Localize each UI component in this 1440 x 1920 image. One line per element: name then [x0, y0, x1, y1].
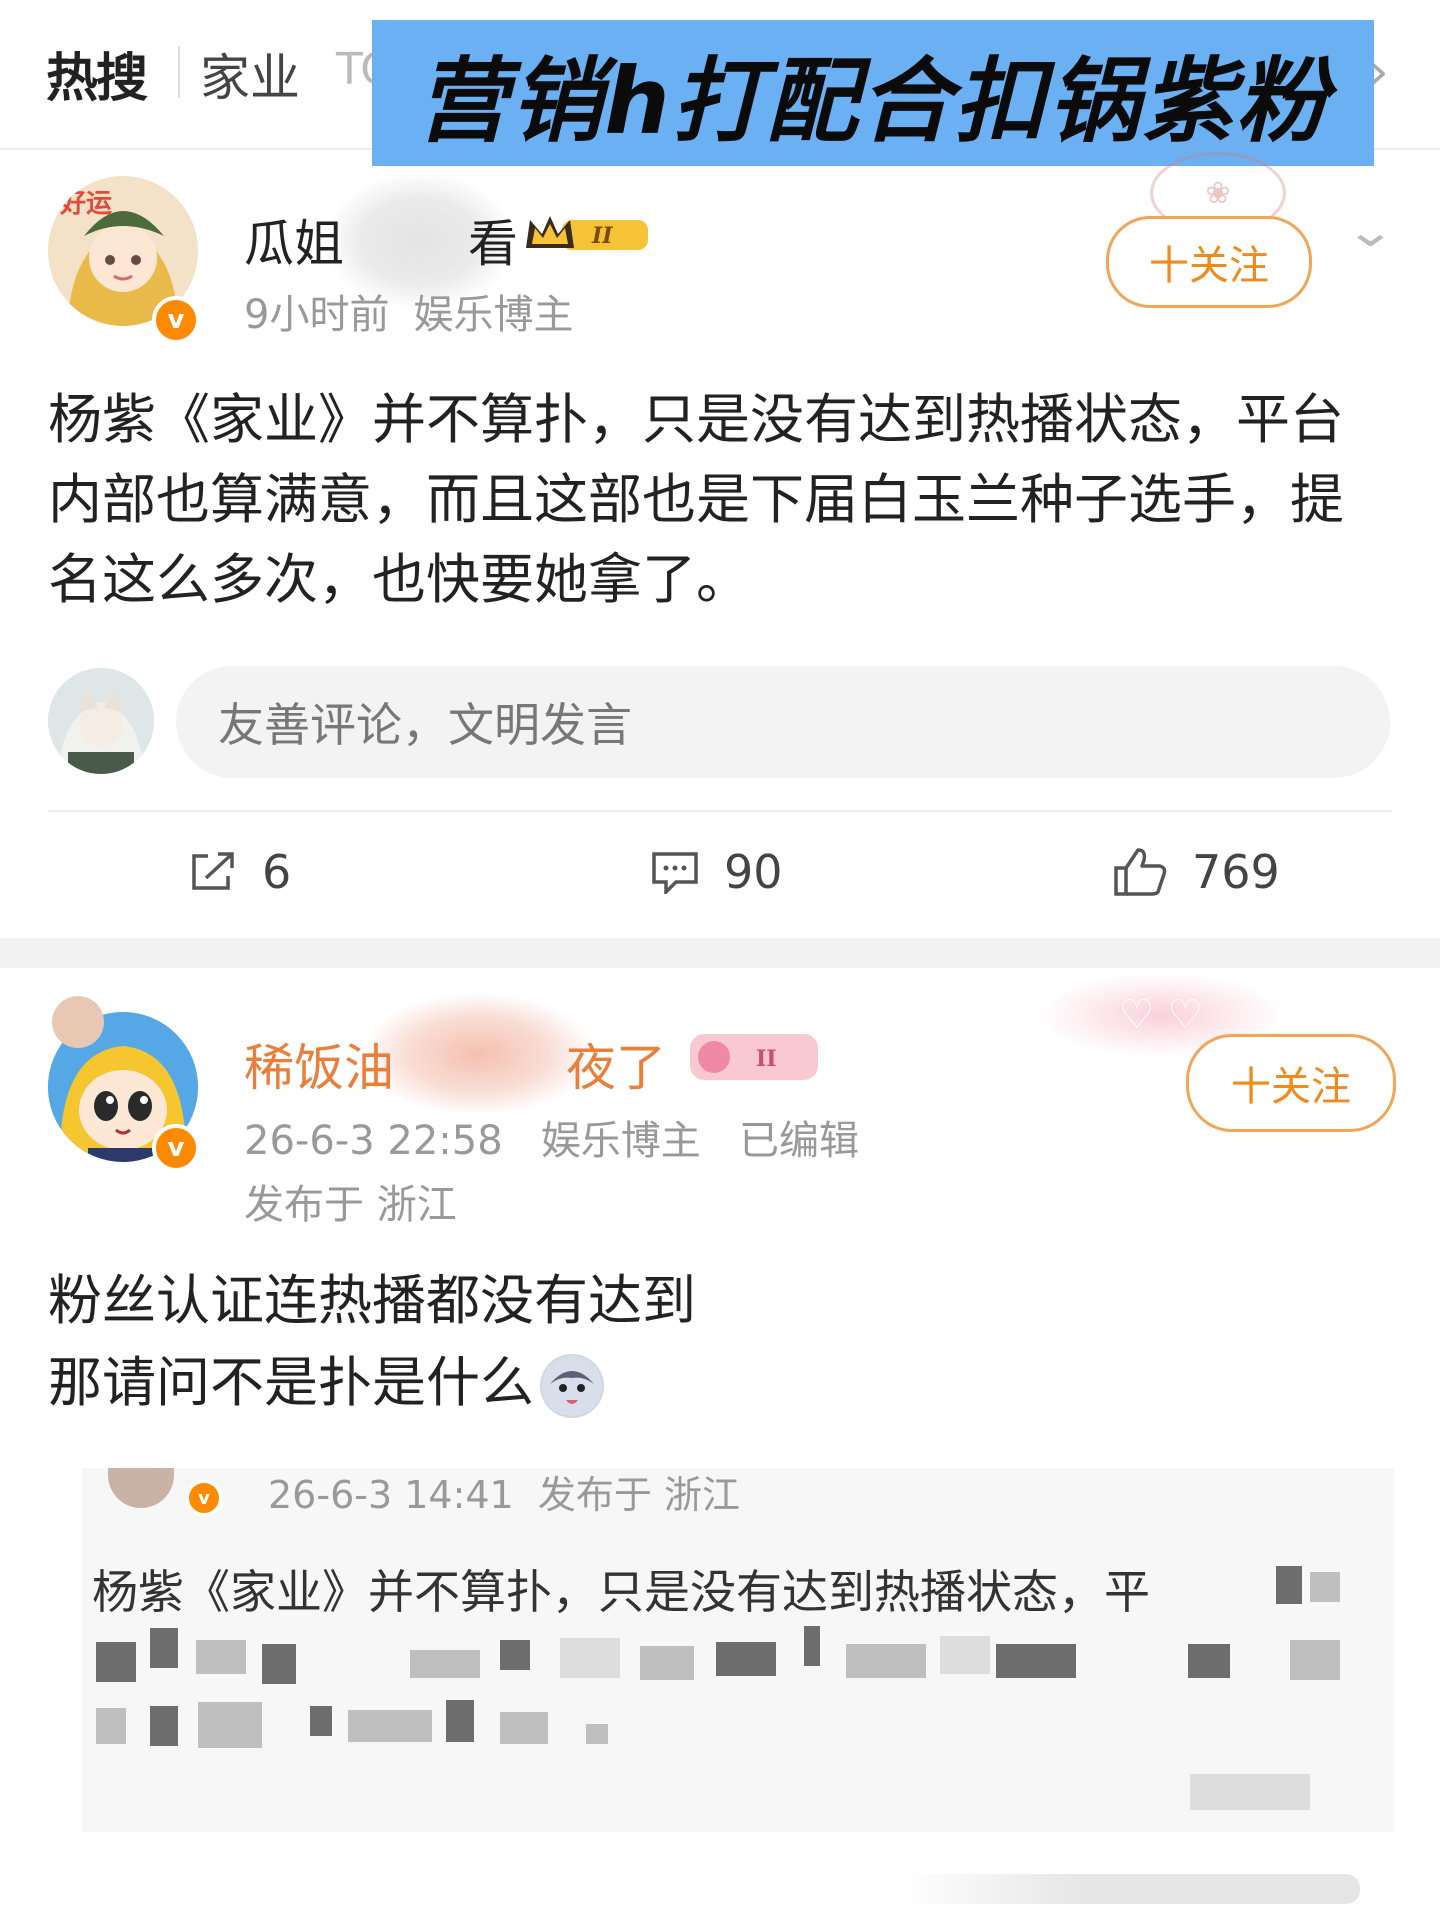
author-name-tail[interactable]: 看: [468, 204, 518, 276]
author-name[interactable]: 稀饭油: [244, 1028, 394, 1100]
author-role: 娱乐博主: [540, 1118, 701, 1164]
verified-icon: v: [152, 1124, 200, 1172]
post-meta: 26-6-3 22:58 娱乐博主 已编辑: [244, 1108, 859, 1166]
like-icon: [1112, 846, 1168, 898]
like-button[interactable]: 769: [1112, 840, 1280, 904]
share-icon: [188, 850, 238, 894]
svg-text:好运: 好运: [59, 189, 112, 219]
author-name[interactable]: 瓜姐: [244, 204, 344, 276]
comment-button[interactable]: 90: [650, 840, 783, 904]
post-body-line-2: 那请问不是扑是什么: [48, 1342, 1388, 1424]
pixelated-text: [348, 1710, 432, 1742]
pixelated-text: [586, 1724, 608, 1744]
svg-text:II: II: [756, 1046, 777, 1072]
share-button[interactable]: 6: [188, 840, 291, 904]
pixelated-text: [1290, 1640, 1340, 1680]
commenter-avatar: [48, 668, 154, 774]
post-body: 杨紫《家业》并不算扑，只是没有达到热播状态，平台内部也算满意，而且这部也是下届白…: [48, 388, 1344, 611]
pixelated-text: [560, 1638, 620, 1678]
quoted-time: 26-6-3 14:41: [268, 1473, 514, 1517]
post-separator: [0, 938, 1440, 968]
tab-jiaye[interactable]: 家业: [200, 38, 300, 110]
blurred-name-region: [368, 996, 588, 1112]
caption-banner: 营销h打配合扣锅紫粉: [372, 20, 1374, 166]
bottom-fade: [900, 1874, 1360, 1904]
post-time: 9小时前: [244, 292, 390, 338]
pixelated-text: [1190, 1774, 1310, 1810]
pixelated-text: [940, 1636, 990, 1674]
comment-count: 90: [724, 845, 783, 899]
pixelated-text: [1310, 1572, 1340, 1602]
post-time: 26-6-3 22:58: [244, 1118, 503, 1164]
crown-icon: II: [522, 212, 654, 256]
pixelated-text: [262, 1644, 296, 1684]
pixelated-text: [96, 1708, 126, 1744]
pixelated-text: [804, 1626, 820, 1666]
pixelated-text: [198, 1702, 262, 1748]
svg-text:II: II: [591, 223, 613, 249]
pixelated-text: [1188, 1644, 1230, 1678]
author-name-tail[interactable]: 夜了: [566, 1028, 666, 1100]
pixelated-text: [500, 1640, 530, 1670]
hot-search-logo[interactable]: 热搜: [46, 36, 148, 111]
post-body-line-1: 粉丝认证连热播都没有达到: [48, 1269, 696, 1332]
pixelated-text: [1276, 1566, 1302, 1604]
divider: [48, 810, 1392, 812]
follow-button[interactable]: 十关注: [1186, 1034, 1396, 1132]
pixelated-text: [310, 1706, 332, 1736]
like-count: 769: [1192, 845, 1280, 899]
quoted-meta: 26-6-3 14:41 发布于 浙江: [268, 1464, 740, 1519]
pixelated-text: [500, 1712, 548, 1744]
follow-button[interactable]: 十关注: [1106, 216, 1312, 308]
share-count: 6: [262, 845, 292, 899]
pixelated-text: [846, 1644, 926, 1678]
verified-icon: v: [186, 1480, 222, 1516]
quoted-location: 发布于 浙江: [537, 1473, 740, 1517]
comment-placeholder: 友善评论，文明发言: [218, 698, 632, 752]
pixelated-text: [196, 1640, 246, 1674]
mini-avatar-decoration: [52, 996, 104, 1048]
post-body-line-2-text: 那请问不是扑是什么: [48, 1351, 534, 1414]
pixelated-text: [150, 1706, 178, 1746]
husky-emoji-icon: [540, 1354, 604, 1419]
comment-input[interactable]: 友善评论，文明发言: [176, 666, 1390, 778]
pixelated-text: [640, 1646, 694, 1680]
comment-icon: [650, 850, 700, 894]
chevron-down-icon[interactable]: ⌄: [1345, 206, 1397, 257]
author-role: 娱乐博主: [413, 292, 574, 338]
tab-divider: [178, 46, 180, 98]
pixelated-text: [96, 1642, 136, 1682]
pixelated-text: [716, 1642, 776, 1676]
pixelated-text: [150, 1628, 178, 1668]
quoted-text: 杨紫《家业》并不算扑，只是没有达到热播状态，平: [92, 1565, 1150, 1619]
hot-search-logo-text: 热搜: [46, 49, 148, 109]
post-meta: 9小时前 娱乐博主: [244, 282, 573, 340]
post-body: 粉丝认证连热播都没有达到 那请问不是扑是什么: [48, 1260, 1388, 1424]
member-badge-icon: II: [690, 1034, 818, 1080]
pixelated-text: [410, 1650, 480, 1678]
post-location: 发布于 浙江: [244, 1182, 457, 1228]
verified-icon: v: [152, 296, 200, 344]
pixelated-text: [996, 1644, 1076, 1678]
edited-label: 已编辑: [738, 1118, 859, 1164]
pixelated-text: [446, 1700, 474, 1742]
